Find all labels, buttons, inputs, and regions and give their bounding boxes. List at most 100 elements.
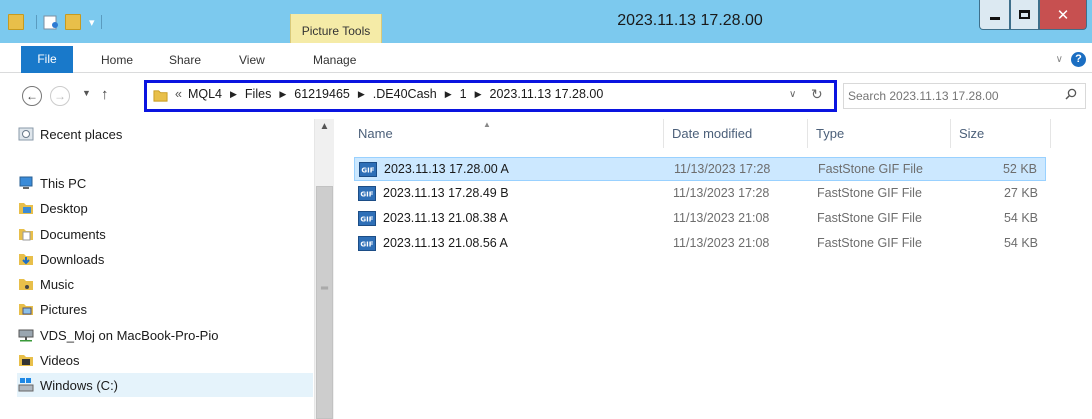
search-icon[interactable]: [1065, 88, 1077, 100]
breadcrumb-files[interactable]: Files: [245, 87, 271, 101]
breadcrumb-number[interactable]: 1: [460, 87, 467, 101]
svg-text:GIF: GIF: [360, 241, 373, 249]
tab-view[interactable]: View: [239, 43, 265, 73]
scrollbar-thumb[interactable]: ═: [316, 186, 333, 419]
file-date: 11/13/2023 17:28: [673, 186, 770, 200]
search-input[interactable]: [848, 87, 1048, 105]
column-header-size[interactable]: Size: [951, 119, 1051, 148]
window-title: 2023.11.13 17.28.00: [617, 12, 763, 29]
nav-item-documents[interactable]: Documents: [18, 222, 314, 246]
scroll-up-icon[interactable]: ▲: [315, 121, 334, 138]
column-header-type[interactable]: Type: [808, 119, 951, 148]
breadcrumb-account[interactable]: 61219465: [294, 87, 350, 101]
search-box[interactable]: [843, 83, 1086, 109]
properties-icon[interactable]: [43, 14, 59, 30]
computer-icon: [19, 176, 33, 189]
table-row[interactable]: GIF 2023.11.13 17.28.00 A 11/13/2023 17:…: [354, 157, 1046, 181]
nav-item-downloads[interactable]: Downloads: [18, 247, 314, 271]
ribbon-controls: ∨ ?: [1056, 52, 1086, 67]
file-date: 11/13/2023 21:08: [673, 211, 770, 225]
file-size: 27 KB: [1003, 186, 1038, 200]
navigation-pane: Recent places This PC Desktop Documents …: [0, 119, 336, 419]
grip-icon: ═: [321, 283, 329, 294]
maximize-button[interactable]: [1010, 0, 1039, 30]
breadcrumb-current[interactable]: 2023.11.13 17.28.00: [490, 87, 604, 101]
file-name: 2023.11.13 21.08.38 A: [383, 211, 508, 225]
file-date: 11/13/2023 17:28: [674, 162, 771, 176]
documents-folder-icon: [19, 229, 33, 241]
nav-item-music[interactable]: Music: [18, 272, 314, 296]
breadcrumb: « MQL4 ▶ Files ▶ 61219465 ▶ .DE40Cash ▶ …: [175, 87, 603, 101]
recent-locations-icon[interactable]: ▼: [82, 88, 91, 98]
title-bar: ▾ Picture Tools 2023.11.13 17.28.00 ✕: [0, 0, 1092, 43]
file-name: 2023.11.13 17.28.00 A: [384, 162, 509, 176]
breadcrumb-overflow[interactable]: «: [175, 87, 182, 101]
toolbar-separator: [36, 15, 37, 29]
help-icon[interactable]: ?: [1071, 52, 1086, 67]
nav-item-videos[interactable]: Videos: [18, 348, 314, 372]
gif-file-icon: GIF: [358, 211, 376, 226]
breadcrumb-arrow-icon[interactable]: ▶: [445, 89, 452, 100]
nav-item-recent-places[interactable]: Recent places: [18, 122, 314, 146]
breadcrumb-arrow-icon[interactable]: ▶: [358, 89, 365, 100]
gif-file-icon: GIF: [358, 236, 376, 251]
quick-access-toolbar: ▾: [8, 12, 108, 32]
refresh-icon[interactable]: ↻: [811, 86, 823, 103]
address-history-dropdown-icon[interactable]: ∨: [789, 89, 796, 100]
nav-item-desktop[interactable]: Desktop: [18, 196, 314, 220]
customize-toolbar-icon[interactable]: ▾: [89, 16, 95, 29]
expand-ribbon-icon[interactable]: ∨: [1056, 54, 1063, 65]
nav-item-network-drive[interactable]: VDS_Moj on MacBook-Pro-Pio: [18, 323, 314, 347]
downloads-folder-icon: [19, 254, 33, 265]
close-button[interactable]: ✕: [1039, 0, 1087, 30]
ribbon-tabs: File Home Share View Manage ∨ ?: [0, 43, 1092, 73]
nav-pane-scrollbar[interactable]: ▲ ═: [314, 119, 334, 419]
breadcrumb-symbol[interactable]: .DE40Cash: [373, 87, 437, 101]
folder-app-icon: [8, 14, 24, 30]
breadcrumb-arrow-icon[interactable]: ▶: [279, 89, 286, 100]
desktop-folder-icon: [19, 203, 33, 214]
file-name: 2023.11.13 21.08.56 A: [383, 236, 508, 250]
table-row[interactable]: GIF 2023.11.13 17.28.49 B 11/13/2023 17:…: [354, 182, 1046, 206]
up-button[interactable]: ↑: [101, 86, 109, 103]
file-date: 11/13/2023 21:08: [673, 236, 770, 250]
file-list: Name ▲ Date modified Type Size GIF 2023.…: [336, 119, 1092, 419]
file-type: FastStone GIF File: [817, 186, 922, 200]
file-size: 52 KB: [1002, 162, 1037, 176]
nav-item-this-pc[interactable]: This PC: [18, 171, 314, 195]
tab-manage[interactable]: Manage: [313, 43, 356, 73]
gif-file-icon: GIF: [359, 162, 377, 177]
network-drive-icon: [18, 329, 34, 342]
new-folder-icon[interactable]: [65, 14, 81, 30]
music-folder-icon: [19, 279, 33, 290]
recent-places-icon: [18, 127, 34, 141]
maximize-icon: [1019, 10, 1030, 19]
minimize-button[interactable]: [979, 0, 1010, 30]
back-button[interactable]: ←: [22, 86, 42, 106]
toolbar-separator: [100, 15, 102, 29]
breadcrumb-mql4[interactable]: MQL4: [188, 87, 222, 101]
breadcrumb-arrow-icon[interactable]: ▶: [475, 89, 482, 100]
navigation-bar: ← → ▼ ↑ « MQL4 ▶ Files ▶ 61219465 ▶ .DE4…: [0, 73, 1092, 119]
file-type: FastStone GIF File: [817, 236, 922, 250]
nav-item-pictures[interactable]: Pictures: [18, 297, 314, 321]
address-bar[interactable]: « MQL4 ▶ Files ▶ 61219465 ▶ .DE40Cash ▶ …: [144, 80, 837, 112]
forward-button[interactable]: →: [50, 86, 70, 106]
tab-file[interactable]: File: [21, 46, 73, 73]
tab-home[interactable]: Home: [101, 43, 133, 73]
videos-folder-icon: [19, 355, 33, 366]
column-header-date-modified[interactable]: Date modified: [664, 119, 808, 148]
file-type: FastStone GIF File: [818, 162, 923, 176]
gif-file-icon: GIF: [358, 186, 376, 201]
svg-text:GIF: GIF: [360, 216, 373, 224]
table-row[interactable]: GIF 2023.11.13 21.08.38 A 11/13/2023 21:…: [354, 207, 1046, 231]
column-header-name[interactable]: Name ▲: [350, 119, 664, 148]
file-size: 54 KB: [1003, 236, 1038, 250]
sort-ascending-icon: ▲: [483, 120, 491, 129]
nav-item-windows-c[interactable]: Windows (C:): [17, 373, 313, 397]
folder-icon: [153, 90, 168, 102]
breadcrumb-arrow-icon[interactable]: ▶: [230, 89, 237, 100]
tab-share[interactable]: Share: [169, 43, 201, 73]
table-row[interactable]: GIF 2023.11.13 21.08.56 A 11/13/2023 21:…: [354, 232, 1046, 256]
close-icon: ✕: [1056, 5, 1070, 24]
